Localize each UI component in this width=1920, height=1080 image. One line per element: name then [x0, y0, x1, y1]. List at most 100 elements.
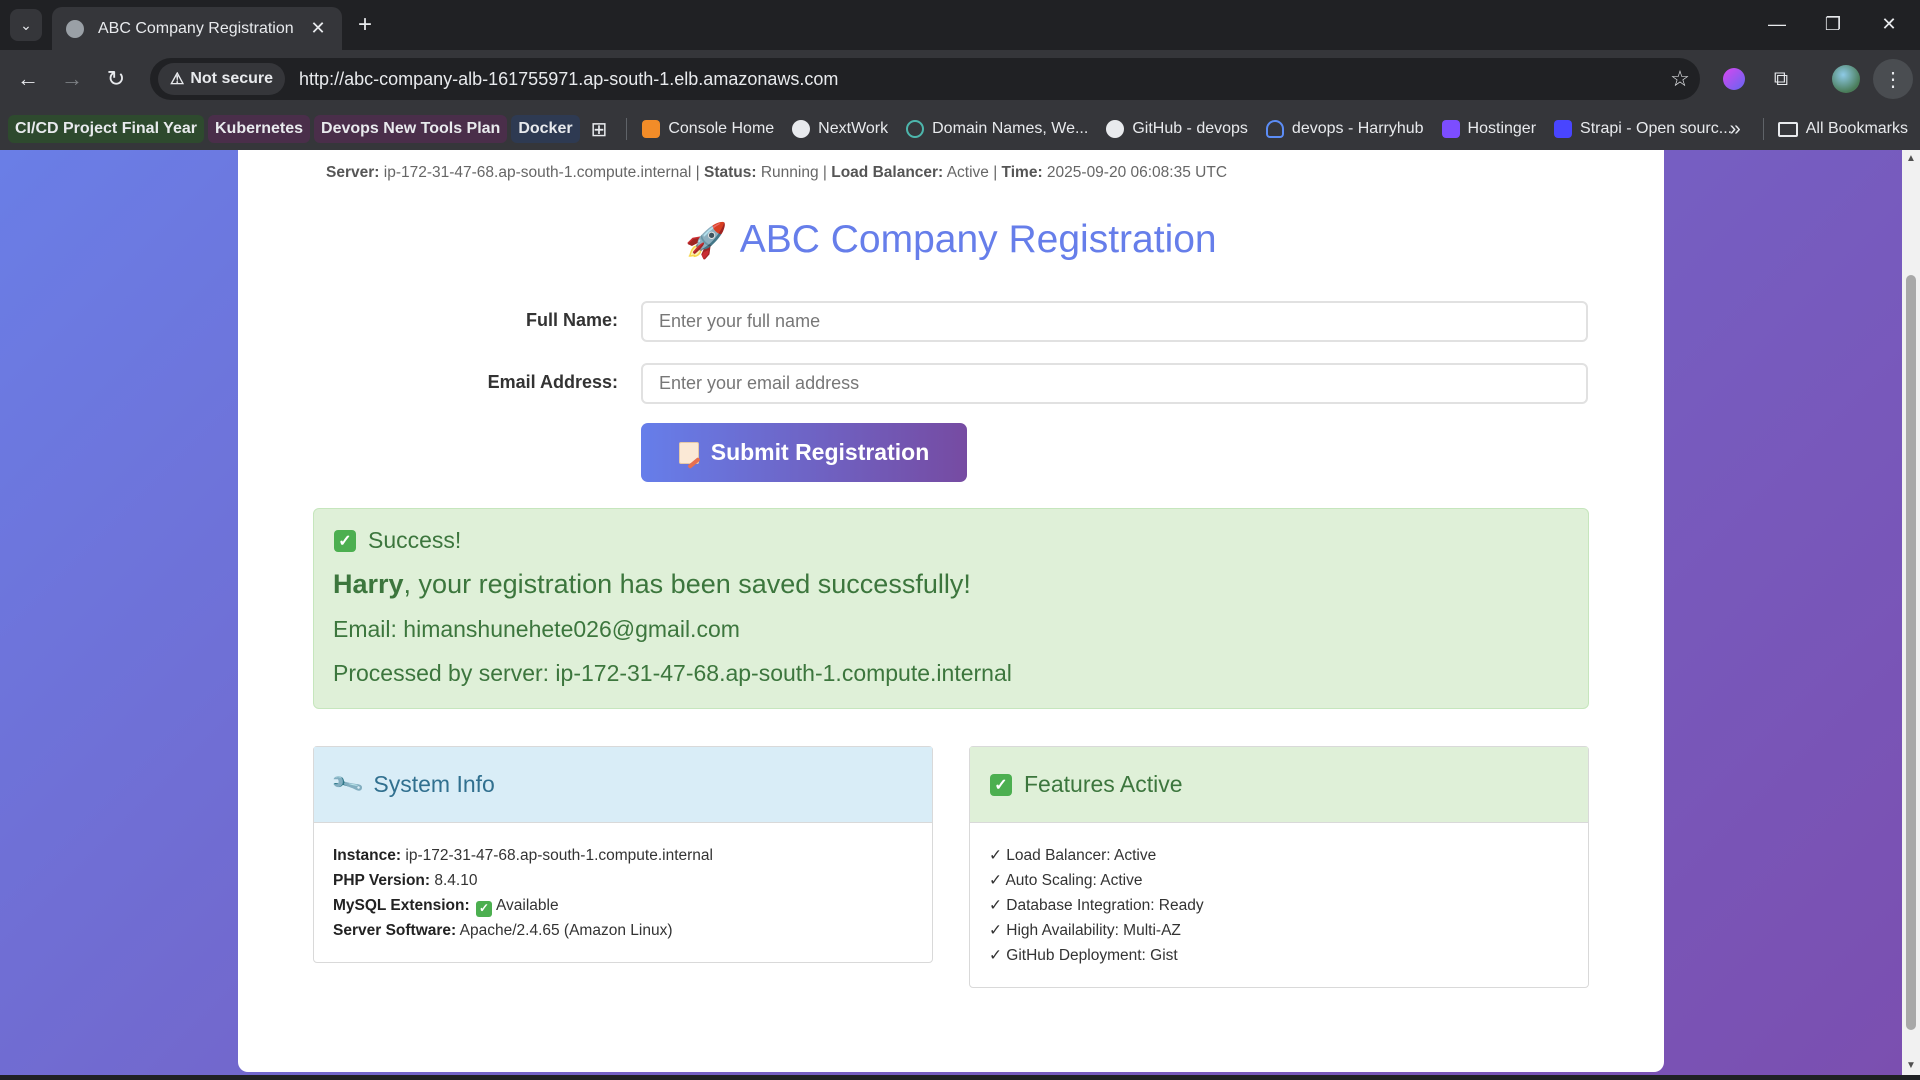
forward-icon[interactable]: → — [56, 63, 88, 95]
tab-active[interactable]: ABC Company Registration ✕ — [52, 7, 342, 50]
wrench-icon: 🔧 — [329, 766, 366, 802]
all-bookmarks-button[interactable]: All Bookmarks — [1806, 120, 1908, 138]
bookmark-star-icon[interactable]: ☆ — [1660, 66, 1700, 92]
email-label: Email Address: — [487, 372, 618, 392]
success-alert: ✓ Success! Harry, your registration has … — [313, 508, 1589, 709]
bookmark-label: GitHub - devops — [1132, 120, 1248, 137]
info-row: Server Software: Apache/2.4.65 (Amazon L… — [333, 918, 913, 943]
chevron-double-right-icon[interactable]: » — [1730, 118, 1741, 141]
info-value: 8.4.10 — [434, 872, 478, 889]
bookmark-item[interactable]: CI/CD Project Final Year — [8, 115, 204, 143]
memo-icon — [678, 441, 699, 464]
tab-strip: ⌄ ABC Company Registration ✕ + — ❐ ✕ — [0, 0, 1920, 50]
kebab-menu-icon[interactable]: ⋮ — [1873, 59, 1913, 99]
features-title: Features Active — [1024, 771, 1183, 797]
tab-title: ABC Company Registration — [98, 19, 294, 37]
bookmark-item[interactable]: NextWork — [785, 115, 895, 143]
bookmark-label: CI/CD Project Final Year — [15, 120, 197, 137]
info-label: PHP Version: — [333, 872, 431, 889]
bookmark-item[interactable]: Domain Names, We... — [899, 115, 1095, 143]
bookmark-item[interactable]: devops - Harryhub — [1259, 115, 1431, 143]
bookmark-label: Hostinger — [1467, 120, 1537, 137]
info-row: PHP Version: 8.4.10 — [333, 868, 913, 893]
system-info-title: System Info — [373, 771, 495, 797]
email-input[interactable] — [641, 363, 1588, 404]
page-scrollbar[interactable]: ▲ ▼ — [1902, 150, 1920, 1075]
bookmark-item[interactable]: GitHub - devops — [1099, 115, 1255, 143]
info-row: Instance: ip-172-31-47-68.ap-south-1.com… — [333, 843, 913, 868]
back-icon[interactable]: ← — [12, 63, 44, 95]
success-server: Processed by server: ip-172-31-47-68.ap-… — [333, 660, 1012, 686]
time-label: Time: — [1001, 164, 1043, 181]
system-info-body: Instance: ip-172-31-47-68.ap-south-1.com… — [314, 823, 932, 943]
profile-avatar-icon[interactable] — [1830, 63, 1862, 95]
hostinger-icon — [1441, 120, 1460, 138]
bookmarks-right: » All Bookmarks — [1730, 108, 1908, 150]
apps-grid-icon[interactable]: ⊞ — [584, 115, 615, 143]
bookmark-label: NextWork — [818, 120, 889, 137]
main-card: Server: ip-172-31-47-68.ap-south-1.compu… — [238, 150, 1664, 1072]
bookmark-item[interactable]: Docker — [511, 115, 580, 143]
scroll-thumb[interactable] — [1906, 275, 1916, 1030]
minimize-icon[interactable]: — — [1754, 8, 1800, 40]
harryhub-icon — [1265, 120, 1284, 138]
check-icon: ✓ — [475, 900, 492, 917]
bookmark-item[interactable]: Hostinger — [1435, 115, 1543, 143]
features-heading: ✓ Features Active — [970, 747, 1588, 823]
bookmark-label: Kubernetes — [215, 120, 304, 137]
window-close-icon[interactable]: ✕ — [1866, 8, 1912, 40]
feature-item: ✓ Auto Scaling: Active — [989, 872, 1143, 889]
server-value: ip-172-31-47-68.ap-south-1.compute.inter… — [383, 164, 692, 181]
system-info-heading: 🔧 System Info — [314, 747, 932, 823]
reload-icon[interactable]: ↻ — [100, 63, 132, 95]
folder-icon — [1777, 121, 1798, 137]
bookmark-item[interactable]: Devops New Tools Plan — [314, 115, 508, 143]
success-message: Harry, your registration has been saved … — [333, 569, 971, 600]
extension-icon[interactable] — [1718, 63, 1750, 95]
status-value: Running — [760, 164, 819, 181]
page-title-text: ABC Company Registration — [739, 218, 1217, 261]
warning-icon: ⚠ — [170, 71, 185, 88]
bookmark-label: Strapi - Open sourc... — [1580, 120, 1733, 137]
bookmark-label: Devops New Tools Plan — [321, 120, 501, 137]
bookmark-item[interactable]: Console Home — [635, 115, 781, 143]
submit-label: Submit Registration — [710, 439, 930, 465]
scroll-down-icon[interactable]: ▼ — [1905, 1060, 1917, 1071]
address-bar[interactable]: ⚠ Not secure http://abc-company-alb-1617… — [150, 58, 1700, 100]
check-icon: ✓ — [334, 529, 356, 552]
bookmark-item[interactable]: Kubernetes — [208, 115, 311, 143]
status-label: Status: — [704, 164, 757, 181]
bookmark-label: Domain Names, We... — [932, 120, 1089, 137]
full-name-label: Full Name: — [525, 310, 618, 330]
info-label: Server Software: — [333, 922, 457, 939]
github-icon — [1106, 120, 1125, 138]
restore-icon[interactable]: ❐ — [1810, 8, 1856, 40]
aws-cube-icon — [642, 120, 661, 138]
bookmark-separator — [1762, 118, 1764, 140]
security-chip[interactable]: ⚠ Not secure — [158, 63, 286, 95]
puzzle-icon[interactable]: ⧉ — [1765, 63, 1797, 95]
submit-registration-button[interactable]: Submit Registration — [641, 423, 967, 482]
url-text[interactable]: http://abc-company-alb-161755971.ap-sout… — [299, 69, 1660, 90]
rocket-icon: 🚀 — [685, 222, 728, 260]
page-viewport: Server: ip-172-31-47-68.ap-south-1.compu… — [0, 150, 1902, 1075]
scroll-up-icon[interactable]: ▲ — [1905, 153, 1917, 164]
server-status-bar: Server: ip-172-31-47-68.ap-south-1.compu… — [326, 164, 1228, 181]
bookmark-separator — [626, 118, 628, 140]
new-tab-icon[interactable]: + — [352, 12, 378, 38]
feature-item: ✓ GitHub Deployment: Gist — [989, 947, 1178, 964]
full-name-input[interactable] — [641, 301, 1588, 342]
tab-search-icon[interactable]: ⌄ — [10, 9, 42, 41]
registered-name: Harry — [333, 569, 404, 599]
info-value: ip-172-31-47-68.ap-south-1.compute.inter… — [405, 847, 713, 864]
success-message-text: , your registration has been saved succe… — [403, 569, 971, 599]
success-heading: ✓ Success! — [334, 527, 461, 554]
bookmark-item[interactable]: Strapi - Open sourc... — [1547, 115, 1739, 143]
window-bottom-edge — [0, 1075, 1920, 1080]
features-body: ✓ Load Balancer: Active ✓ Auto Scaling: … — [970, 823, 1588, 968]
info-value: Apache/2.4.65 (Amazon Linux) — [459, 922, 673, 939]
strapi-icon — [1554, 120, 1573, 138]
system-info-panel: 🔧 System Info Instance: ip-172-31-47-68.… — [313, 746, 933, 963]
close-icon[interactable]: ✕ — [308, 18, 328, 39]
security-label: Not secure — [190, 70, 274, 87]
